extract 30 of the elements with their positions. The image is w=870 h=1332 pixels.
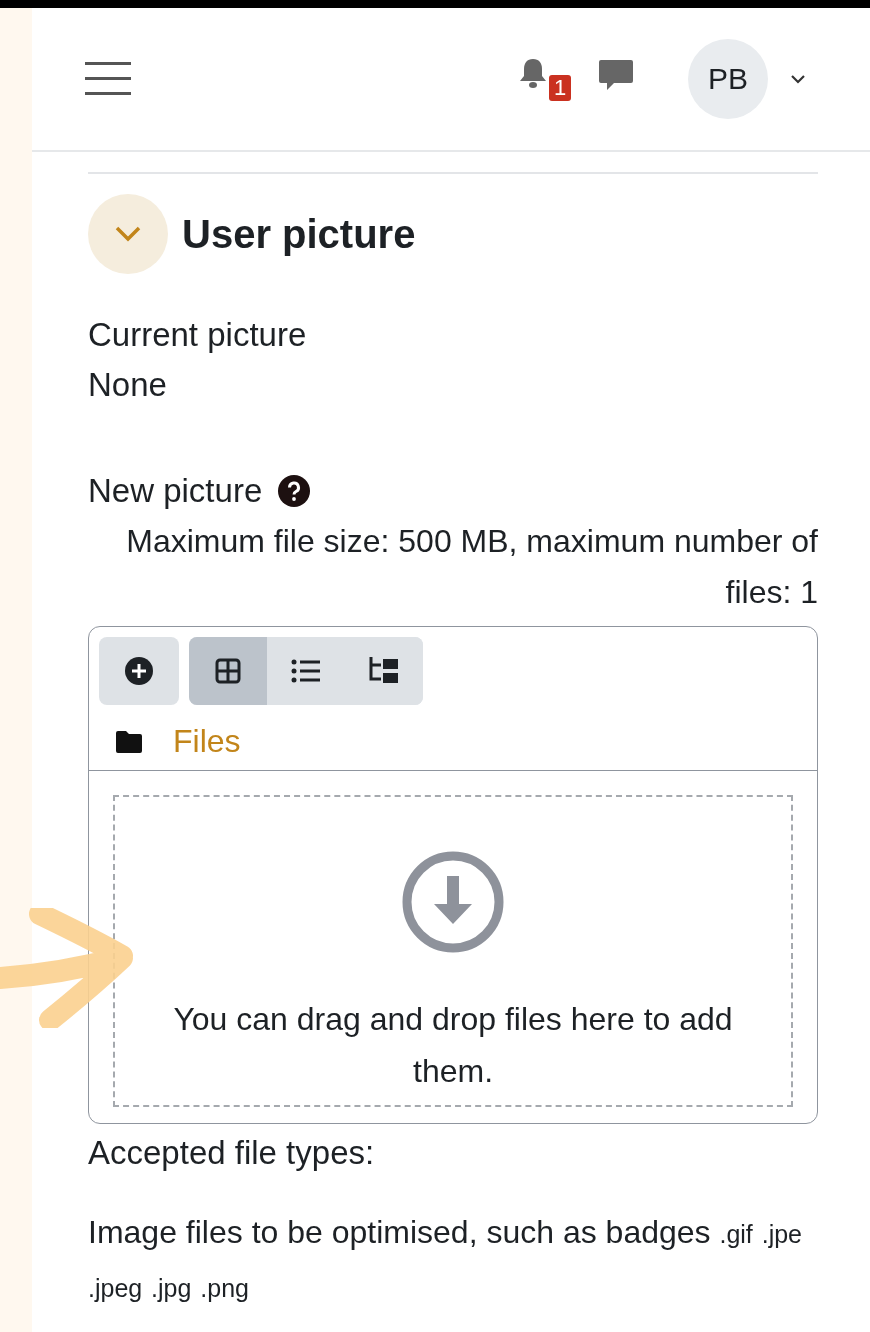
chat-icon[interactable]: [598, 58, 634, 92]
add-file-button[interactable]: [99, 637, 179, 705]
file-extension: .jpeg: [88, 1274, 143, 1302]
field-label: New picture: [88, 471, 263, 511]
drop-zone[interactable]: You can drag and drop files here to add them.: [113, 795, 793, 1107]
file-limits-text: Maximum file size: 500 MB, maximum number of files: 1: [125, 522, 818, 612]
chevron-icon: [114, 225, 142, 243]
tree-icon: [368, 657, 400, 685]
notification-badge: 1: [549, 75, 572, 101]
help-icon[interactable]: [278, 475, 311, 507]
list-icon: [291, 659, 321, 683]
field-label: Accepted file types:: [88, 1133, 376, 1173]
file-extension: .jpg: [151, 1274, 192, 1302]
view-toggle[interactable]: [189, 637, 267, 705]
add-icon: [124, 656, 154, 686]
caret-icon[interactable]: [790, 74, 806, 84]
folder-icon: [115, 729, 143, 754]
field-value: None: [88, 365, 168, 405]
file-types-description: Image files to be optimised, such as badges: [88, 1214, 711, 1250]
bell-icon[interactable]: [518, 57, 548, 89]
file-extension: .gif: [719, 1220, 753, 1248]
download-icon: [402, 851, 504, 953]
section-title: User picture: [182, 211, 416, 257]
file-extension: .png: [200, 1274, 249, 1302]
user-avatar[interactable]: PB: [688, 39, 768, 119]
drop-hint-text: You can drag and drop files here to add them.: [172, 1000, 734, 1091]
file-extension: .jpe: [761, 1220, 803, 1248]
grid-icon: [215, 658, 241, 684]
field-label: Current picture: [88, 315, 308, 355]
menu-icon[interactable]: [85, 62, 131, 96]
